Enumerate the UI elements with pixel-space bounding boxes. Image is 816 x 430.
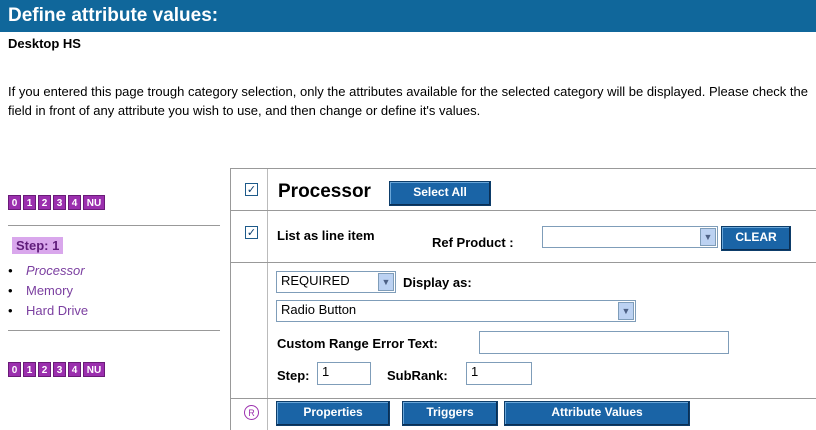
step-button-2[interactable]: 2 [38, 362, 51, 377]
step-button-nu[interactable]: NU [83, 195, 105, 210]
subrank-label: SubRank: [387, 368, 448, 383]
step-input[interactable]: 1 [317, 362, 371, 385]
attribute-enable-checkbox[interactable]: ✓ [245, 183, 258, 196]
step-button-4[interactable]: 4 [68, 195, 81, 210]
table-column-divider [267, 168, 268, 430]
step-nav-top: 0 1 2 3 4 NU [8, 195, 105, 210]
chevron-down-icon[interactable]: ▼ [700, 228, 716, 246]
step-button-nu[interactable]: NU [83, 362, 105, 377]
list-as-line-item-label: List as line item [277, 228, 375, 243]
table-row-divider [230, 210, 816, 211]
display-as-select[interactable]: Radio Button ▼ [276, 300, 636, 322]
required-value: REQUIRED [281, 273, 350, 288]
page-title: Define attribute values: [0, 0, 816, 32]
step-button-0[interactable]: 0 [8, 195, 21, 210]
step-button-0[interactable]: 0 [8, 362, 21, 377]
step-button-4[interactable]: 4 [68, 362, 81, 377]
chevron-down-icon[interactable]: ▼ [378, 273, 394, 291]
clear-button[interactable]: CLEAR [721, 226, 791, 251]
step-button-3[interactable]: 3 [53, 195, 66, 210]
attribute-link-hard-drive[interactable]: Hard Drive [8, 301, 88, 321]
display-as-value: Radio Button [281, 302, 357, 317]
ref-product-select[interactable]: ▼ [542, 226, 718, 248]
step-nav-bottom: 0 1 2 3 4 NU [8, 362, 105, 377]
required-select[interactable]: REQUIRED ▼ [276, 271, 396, 293]
table-row-divider [230, 262, 816, 263]
ref-product-label: Ref Product : [432, 235, 514, 250]
triggers-button[interactable]: Triggers [402, 401, 498, 426]
table-border [230, 168, 231, 430]
attribute-link-processor[interactable]: Processor [8, 261, 88, 281]
attribute-link-memory[interactable]: Memory [8, 281, 88, 301]
step-button-1[interactable]: 1 [23, 195, 36, 210]
chevron-down-icon[interactable]: ▼ [618, 302, 634, 320]
table-border [230, 168, 816, 169]
attribute-list: Processor Memory Hard Drive [8, 261, 88, 321]
list-as-line-item-checkbox[interactable]: ✓ [245, 226, 258, 239]
table-row-divider [230, 398, 816, 399]
intro-text: If you entered this page trough category… [8, 84, 808, 118]
step-button-2[interactable]: 2 [38, 195, 51, 210]
step-button-1[interactable]: 1 [23, 362, 36, 377]
select-all-button[interactable]: Select All [389, 181, 491, 206]
registered-icon: R [244, 405, 259, 420]
display-as-label: Display as: [403, 275, 472, 290]
step-field-label: Step: [277, 368, 310, 383]
custom-error-input[interactable] [479, 331, 729, 354]
product-name: Desktop HS [8, 36, 81, 51]
divider [8, 330, 220, 331]
properties-button[interactable]: Properties [276, 401, 390, 426]
custom-error-label: Custom Range Error Text: [277, 336, 438, 351]
current-step-label: Step: 1 [12, 237, 64, 254]
attribute-title: Processor [278, 181, 371, 202]
divider [8, 225, 220, 226]
subrank-input[interactable]: 1 [466, 362, 532, 385]
attribute-values-button[interactable]: Attribute Values [504, 401, 690, 426]
step-button-3[interactable]: 3 [53, 362, 66, 377]
